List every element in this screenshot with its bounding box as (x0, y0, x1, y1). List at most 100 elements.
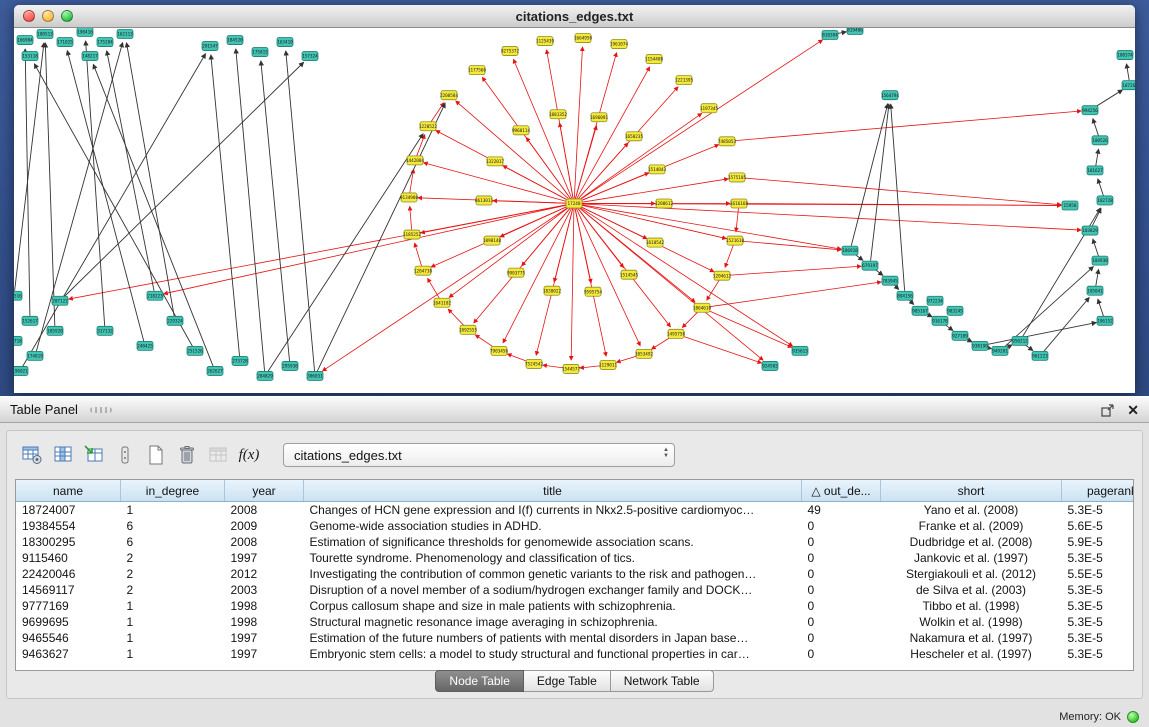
graph-node[interactable] (401, 193, 417, 202)
graph-node[interactable] (307, 371, 323, 380)
graph-edge[interactable] (449, 206, 570, 297)
graph-node[interactable] (668, 329, 684, 338)
graph-node[interactable] (656, 199, 672, 208)
graph-node[interactable] (117, 30, 133, 39)
graph-node[interactable] (636, 349, 652, 358)
graph-node[interactable] (47, 326, 63, 335)
graph-node[interactable] (992, 346, 1008, 355)
graph-node[interactable] (550, 110, 566, 119)
graph-node[interactable] (469, 66, 485, 75)
graph-edge[interactable] (560, 123, 574, 198)
graph-edge[interactable] (1098, 179, 1104, 196)
graph-node[interactable] (282, 361, 298, 370)
table-row[interactable]: 911546021997Tourette syndrome. Phenomeno… (16, 550, 1134, 566)
network-canvas[interactable]: 1724016161601521610120461218646101495758… (14, 28, 1135, 393)
graph-edge[interactable] (727, 266, 861, 275)
graph-node[interactable] (1092, 136, 1108, 145)
graph-edge[interactable] (1093, 239, 1099, 256)
column-header-2[interactable]: year (225, 480, 304, 502)
graph-node[interactable] (676, 76, 692, 85)
import-table-button[interactable] (81, 443, 107, 467)
graph-node[interactable] (626, 132, 642, 141)
graph-node[interactable] (563, 364, 579, 373)
graph-node[interactable] (972, 341, 988, 350)
graph-edge[interactable] (1098, 299, 1104, 316)
graph-edge[interactable] (1004, 267, 1094, 348)
tab-node-table[interactable]: Node Table (435, 670, 524, 692)
graph-node[interactable] (22, 316, 38, 325)
graph-node[interactable] (434, 298, 450, 307)
graph-edge[interactable] (742, 178, 1061, 205)
graph-node[interactable] (508, 268, 524, 277)
column-header-4[interactable]: △ out_de... (802, 480, 881, 502)
graph-node[interactable] (646, 55, 662, 64)
delete-table-button[interactable] (174, 443, 200, 467)
graph-edge[interactable] (36, 43, 122, 351)
graph-edge[interactable] (211, 55, 240, 356)
graph-edge[interactable] (707, 282, 881, 307)
graph-node[interactable] (701, 104, 717, 113)
graph-edge[interactable] (1096, 149, 1099, 165)
graph-node[interactable] (14, 336, 22, 345)
minimize-button[interactable] (42, 10, 54, 22)
graph-node[interactable] (600, 360, 616, 369)
graph-node[interactable] (544, 286, 560, 295)
graph-node[interactable] (14, 366, 28, 375)
graph-node[interactable] (947, 306, 963, 315)
graph-node[interactable] (187, 346, 203, 355)
table-selector[interactable]: citations_edges.txt ▲▼ (283, 443, 675, 467)
graph-edge[interactable] (579, 179, 728, 203)
graph-edge[interactable] (543, 365, 566, 368)
graph-edge[interactable] (1094, 90, 1122, 108)
graph-edge[interactable] (578, 40, 822, 201)
graph-node[interactable] (822, 31, 838, 40)
graph-node[interactable] (484, 236, 500, 245)
graph-node[interactable] (611, 40, 627, 49)
graph-edge[interactable] (1093, 119, 1099, 136)
close-button[interactable] (23, 10, 35, 22)
graph-edge[interactable] (725, 245, 733, 267)
column-header-5[interactable]: short (881, 480, 1062, 502)
graph-node[interactable] (22, 52, 38, 61)
function-builder-button[interactable]: f(x) (236, 443, 262, 467)
graph-node[interactable] (1087, 166, 1103, 175)
table-row[interactable]: 1872400712008Changes of HCN gene express… (16, 502, 1134, 519)
graph-node[interactable] (52, 296, 68, 305)
graph-edge[interactable] (268, 134, 423, 372)
graph-node[interactable] (137, 341, 153, 350)
graph-node[interactable] (792, 346, 808, 355)
graph-node[interactable] (257, 371, 273, 380)
graph-node[interactable] (232, 356, 248, 365)
graph-node[interactable] (476, 196, 492, 205)
graph-edge[interactable] (871, 104, 889, 261)
graph-node[interactable] (897, 291, 913, 300)
graph-node[interactable] (575, 34, 591, 43)
graph-node[interactable] (566, 199, 582, 208)
graph-edge[interactable] (261, 61, 290, 361)
graph-edge[interactable] (554, 208, 573, 282)
graph-node[interactable] (77, 28, 93, 37)
graph-node[interactable] (526, 359, 542, 368)
column-header-6[interactable]: pagerank (1062, 480, 1135, 502)
graph-node[interactable] (591, 113, 607, 122)
close-panel-icon[interactable]: ✕ (1127, 403, 1139, 417)
graph-node[interactable] (862, 261, 878, 270)
table-row[interactable]: 1830029562008Estimation of significance … (16, 534, 1134, 550)
graph-node[interactable] (57, 38, 73, 47)
graph-node[interactable] (927, 296, 943, 305)
graph-edge[interactable] (317, 103, 445, 371)
graph-node[interactable] (585, 287, 601, 296)
graph-node[interactable] (1082, 106, 1098, 115)
graph-edge[interactable] (851, 104, 888, 246)
graph-node[interactable] (207, 366, 223, 375)
graph-node[interactable] (1097, 196, 1113, 205)
graph-edge[interactable] (493, 201, 569, 204)
graph-node[interactable] (762, 361, 778, 370)
graph-edge[interactable] (575, 126, 596, 199)
graph-node[interactable] (277, 38, 293, 47)
zoom-button[interactable] (61, 10, 73, 22)
graph-edge[interactable] (579, 205, 726, 239)
merge-tables-button[interactable] (112, 443, 138, 467)
column-header-3[interactable]: title (304, 480, 802, 502)
new-table-button[interactable] (143, 443, 169, 467)
